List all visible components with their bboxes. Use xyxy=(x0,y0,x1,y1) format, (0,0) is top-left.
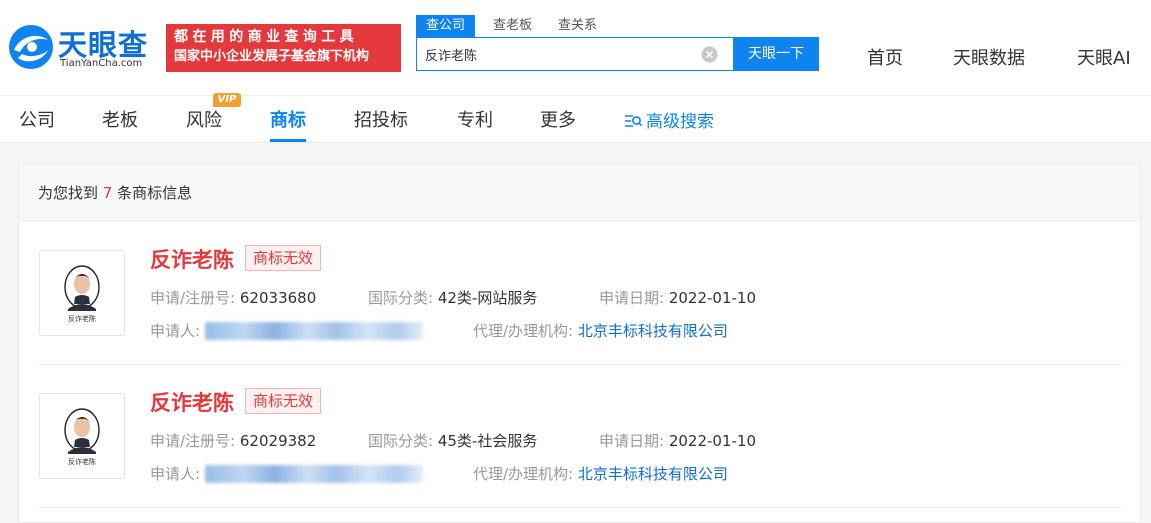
results-header: 为您找到 7 条商标信息 xyxy=(19,164,1140,221)
found-suffix: 条商标信息 xyxy=(117,184,193,202)
trademark-image-caption: 反诈老陈 xyxy=(68,458,96,466)
subnav-more[interactable]: 更多 xyxy=(540,106,576,132)
trademark-image[interactable]: 反诈老陈 xyxy=(39,393,125,479)
class-value: 42类-网站服务 xyxy=(437,289,538,307)
category-nav: 公司 老板 风险 VIP 商标 招投标 专利 更多 高级搜索 xyxy=(0,93,1151,143)
trademark-name[interactable]: 反诈老陈 xyxy=(150,387,234,417)
nav-tianyan-data[interactable]: 天眼数据 xyxy=(953,44,1025,70)
reg-number-label: 申请/注册号: xyxy=(150,432,236,450)
trademark-name[interactable]: 反诈老陈 xyxy=(150,244,234,274)
apply-date-label: 申请日期: xyxy=(599,432,665,450)
trademark-result: 反诈老陈 反诈老陈 商标无效 申请/注册号: 62029382 国际分类: 45… xyxy=(19,365,1140,508)
applicant-field: 申请人: xyxy=(150,320,423,341)
apply-date-field: 申请日期: 2022-01-10 xyxy=(599,287,756,308)
applicant-redacted[interactable] xyxy=(204,322,423,340)
applicant-label: 申请人: xyxy=(150,322,201,340)
agent-link[interactable]: 北京丰标科技有限公司 xyxy=(578,465,728,483)
tab-search-relation[interactable]: 查关系 xyxy=(558,15,597,37)
subnav-bidding[interactable]: 招投标 xyxy=(354,106,408,132)
eye-logo-icon xyxy=(9,25,53,69)
site-header: 天眼查 TianYanCha.com 都在用的商业查询工具 国家中小企业发展子基… xyxy=(0,0,1151,95)
apply-date-field: 申请日期: 2022-01-10 xyxy=(599,430,756,451)
class-field: 国际分类: 42类-网站服务 xyxy=(368,287,537,308)
slogan-line-2: 国家中小企业发展子基金旗下机构 xyxy=(174,49,370,64)
subnav-boss[interactable]: 老板 xyxy=(102,106,138,132)
agent-label: 代理/办理机构: xyxy=(473,322,574,340)
search-button[interactable]: 天眼一下 xyxy=(733,37,819,71)
advanced-search-link[interactable]: 高级搜索 xyxy=(624,107,714,132)
reg-number-label: 申请/注册号: xyxy=(150,289,236,307)
applicant-label: 申请人: xyxy=(150,465,201,483)
trademark-image-caption: 反诈老陈 xyxy=(68,315,96,323)
status-badge: 商标无效 xyxy=(245,245,322,271)
agent-label: 代理/办理机构: xyxy=(473,465,574,483)
active-tab-indicator xyxy=(270,139,306,142)
site-logo[interactable]: 天眼查 TianYanCha.com xyxy=(8,22,158,74)
subnav-trademark[interactable]: 商标 xyxy=(270,106,306,132)
vip-badge: VIP xyxy=(213,93,241,107)
agent-field: 代理/办理机构: 北京丰标科技有限公司 xyxy=(473,463,728,484)
divider xyxy=(39,507,1121,508)
subnav-company[interactable]: 公司 xyxy=(19,106,55,132)
nav-tianyan-ai[interactable]: 天眼AI xyxy=(1077,44,1131,70)
search-box xyxy=(416,37,734,71)
tab-search-company[interactable]: 查公司 xyxy=(416,15,476,37)
tab-search-boss[interactable]: 查老板 xyxy=(493,15,532,37)
reg-number-field: 申请/注册号: 62033680 xyxy=(150,287,316,308)
reg-number-field: 申请/注册号: 62029382 xyxy=(150,430,316,451)
filter-search-icon xyxy=(625,115,642,127)
search-input[interactable] xyxy=(425,38,695,70)
nav-home[interactable]: 首页 xyxy=(867,44,903,70)
results-count-text: 为您找到 7 条商标信息 xyxy=(38,182,192,203)
reg-number-value: 62033680 xyxy=(239,289,317,307)
found-prefix: 为您找到 xyxy=(38,184,99,202)
found-count: 7 xyxy=(102,184,113,202)
subnav-risk[interactable]: 风险 xyxy=(186,106,222,132)
class-label: 国际分类: xyxy=(368,289,434,307)
results-panel: 为您找到 7 条商标信息 反诈老陈 反诈老陈 商标无效 申请/注册号: 6203… xyxy=(18,163,1141,523)
apply-date-value: 2022-01-10 xyxy=(668,432,757,450)
class-value: 45类-社会服务 xyxy=(437,432,538,450)
agent-link[interactable]: 北京丰标科技有限公司 xyxy=(578,322,728,340)
agent-field: 代理/办理机构: 北京丰标科技有限公司 xyxy=(473,320,728,341)
class-label: 国际分类: xyxy=(368,432,434,450)
applicant-field: 申请人: xyxy=(150,463,423,484)
subnav-patent[interactable]: 专利 xyxy=(457,106,493,132)
slogan-banner: 都在用的商业查询工具 国家中小企业发展子基金旗下机构 xyxy=(166,24,401,72)
apply-date-label: 申请日期: xyxy=(599,289,665,307)
trademark-image[interactable]: 反诈老陈 xyxy=(39,250,125,336)
advanced-search-label: 高级搜索 xyxy=(646,112,714,132)
reg-number-value: 62029382 xyxy=(239,432,317,450)
slogan-line-1: 都在用的商业查询工具 xyxy=(174,29,358,45)
class-field: 国际分类: 45类-社会服务 xyxy=(368,430,537,451)
applicant-redacted[interactable] xyxy=(204,465,423,483)
apply-date-value: 2022-01-10 xyxy=(668,289,757,307)
trademark-result: 反诈老陈 反诈老陈 商标无效 申请/注册号: 62033680 国际分类: 42… xyxy=(19,222,1140,365)
status-badge: 商标无效 xyxy=(245,388,322,414)
logo-domain: TianYanCha.com xyxy=(60,58,143,69)
clear-icon[interactable] xyxy=(701,46,718,63)
